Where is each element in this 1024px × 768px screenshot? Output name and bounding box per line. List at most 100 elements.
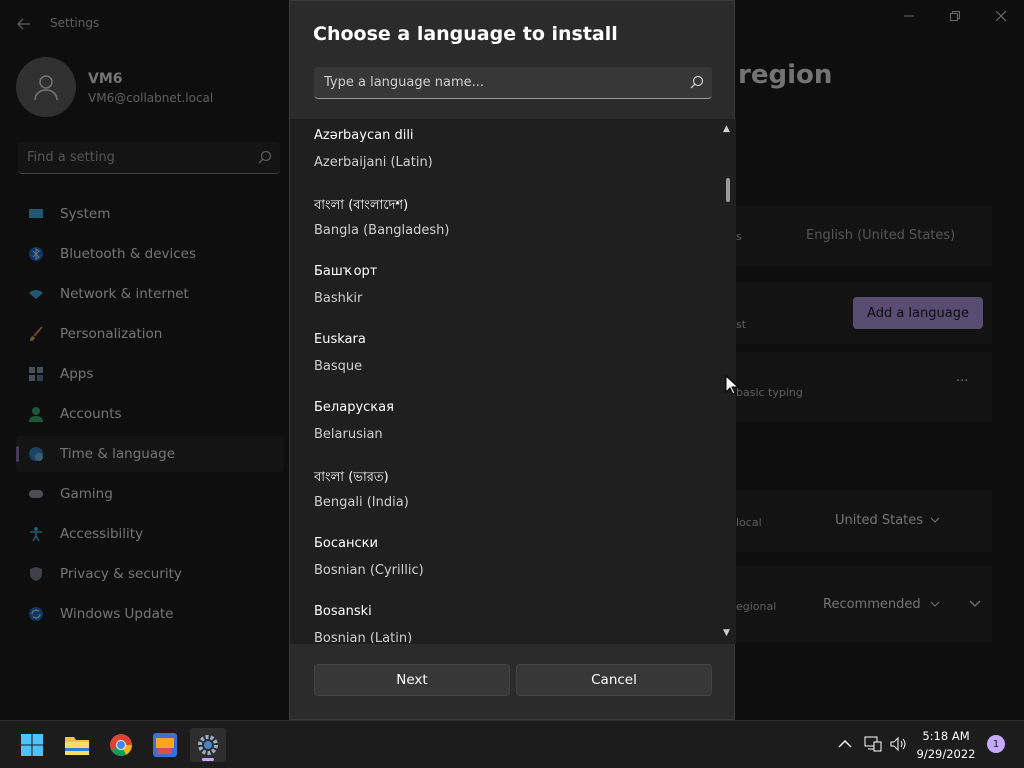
back-arrow-icon	[17, 18, 30, 30]
regional-format-dropdown[interactable]: Recommended	[823, 597, 921, 612]
taskbar: 5:18 AM 9/29/2022 1	[0, 720, 1024, 768]
wifi-icon	[28, 286, 44, 302]
language-english-name: Bashkir	[314, 291, 363, 306]
user-icon	[34, 75, 58, 101]
gamepad-icon	[28, 486, 44, 502]
language-search-box[interactable]	[314, 67, 712, 99]
card-label-fragment: local	[736, 516, 762, 529]
sidebar-item-windows-update[interactable]: Windows Update	[16, 596, 284, 632]
chevron-down-icon	[930, 601, 940, 607]
clock-time[interactable]: 5:18 AM	[910, 729, 982, 743]
sidebar-item-gaming[interactable]: Gaming	[16, 476, 284, 512]
language-native-name: Azərbaycan dili	[314, 128, 414, 143]
file-explorer-icon	[65, 737, 89, 755]
card-label-fragment: basic typing	[736, 386, 803, 399]
country-region-card: local United States	[736, 490, 992, 552]
notification-badge[interactable]: 1	[987, 735, 1005, 753]
system-icon	[28, 206, 44, 222]
country-dropdown[interactable]: United States	[835, 513, 923, 528]
more-options-button[interactable]: ···	[956, 374, 968, 389]
clock-date[interactable]: 9/29/2022	[910, 747, 982, 761]
card-label-fragment: st	[736, 318, 747, 331]
display-language-dropdown[interactable]: English (United States)	[806, 228, 955, 243]
start-button[interactable]	[14, 728, 50, 762]
language-list: Azərbaycan dili Azerbaijani (Latin) বাংল…	[290, 120, 736, 643]
mouse-cursor-icon	[725, 375, 739, 395]
list-item[interactable]: Башҡорт Bashkir	[290, 256, 720, 324]
search-icon	[690, 75, 704, 89]
close-icon	[996, 11, 1006, 21]
language-native-name: Bosanski	[314, 604, 372, 619]
card-label-fragment: s	[736, 230, 742, 243]
restore-button[interactable]	[932, 0, 978, 32]
globe-clock-icon	[28, 446, 44, 462]
cancel-button[interactable]: Cancel	[516, 664, 712, 696]
sidebar-item-label: Personalization	[60, 326, 163, 342]
avatar[interactable]	[16, 57, 76, 117]
restore-icon	[950, 11, 960, 21]
sidebar-item-label: Accessibility	[60, 526, 144, 542]
sidebar-item-label: Privacy & security	[60, 566, 182, 582]
language-native-name: বাংলা (ভারত)	[314, 470, 389, 485]
sidebar-item-system[interactable]: System	[16, 196, 284, 232]
chevron-up-icon[interactable]	[837, 736, 853, 752]
language-native-name: Босански	[314, 536, 378, 551]
list-item[interactable]: বাংলা (বাংলাদেশ) Bangla (Bangladesh)	[290, 188, 720, 256]
regional-format-card: egional Recommended	[736, 566, 992, 642]
list-item[interactable]: Azərbaycan dili Azerbaijani (Latin)	[290, 120, 720, 188]
windows-start-icon	[21, 734, 43, 756]
list-item[interactable]: বাংলা (ভারত) Bengali (India)	[290, 460, 720, 528]
sidebar-item-network[interactable]: Network & internet	[16, 276, 284, 312]
sidebar-item-privacy[interactable]: Privacy & security	[16, 556, 284, 592]
add-language-button[interactable]: Add a language	[853, 297, 983, 329]
find-setting-input[interactable]	[18, 142, 248, 172]
display-language-card: s English (United States)	[736, 206, 992, 266]
sidebar-item-label: Network & internet	[60, 286, 189, 302]
list-item[interactable]: Bosanski Bosnian (Latin)	[290, 596, 720, 643]
next-button[interactable]: Next	[314, 664, 510, 696]
game-app-button[interactable]	[147, 728, 183, 762]
dialog-title: Choose a language to install	[313, 23, 618, 45]
expand-chevron-icon[interactable]	[969, 599, 981, 608]
divider	[290, 643, 736, 644]
minimize-button[interactable]	[886, 0, 932, 32]
language-english-name: Bosnian (Cyrillic)	[314, 563, 424, 578]
sidebar-item-time-language[interactable]: Time & language	[16, 436, 284, 472]
bluetooth-icon	[28, 246, 44, 262]
close-button[interactable]	[978, 0, 1024, 32]
list-item[interactable]: Euskara Basque	[290, 324, 720, 392]
language-native-name: Беларуская	[314, 400, 394, 415]
brush-icon	[28, 326, 44, 342]
sidebar-item-label: Gaming	[60, 486, 113, 502]
volume-icon[interactable]	[889, 735, 907, 753]
chevron-down-icon	[930, 517, 940, 523]
settings-gear-icon	[198, 735, 218, 755]
scroll-down-arrow-icon[interactable]: ▼	[723, 628, 730, 638]
sidebar-item-apps[interactable]: Apps	[16, 356, 284, 392]
sidebar-item-accessibility[interactable]: Accessibility	[16, 516, 284, 552]
sidebar-item-personalization[interactable]: Personalization	[16, 316, 284, 352]
language-english-name: Azerbaijani (Latin)	[314, 155, 433, 170]
chrome-icon	[110, 734, 132, 756]
file-explorer-button[interactable]	[59, 728, 95, 762]
chrome-button[interactable]	[103, 728, 139, 762]
sidebar-search-box[interactable]	[18, 142, 280, 174]
list-item[interactable]: Босански Bosnian (Cyrillic)	[290, 528, 720, 596]
scroll-up-arrow-icon[interactable]: ▲	[723, 124, 730, 134]
profile-name: VM6	[88, 71, 123, 87]
scroll-thumb[interactable]	[726, 178, 730, 202]
accessibility-icon	[28, 526, 44, 542]
language-entry-card: basic typing ···	[736, 352, 992, 422]
back-button[interactable]	[12, 12, 36, 36]
sidebar-item-label: System	[60, 206, 111, 222]
network-icon[interactable]	[864, 735, 882, 753]
sidebar-item-label: Windows Update	[60, 606, 174, 622]
sidebar-item-bluetooth[interactable]: Bluetooth & devices	[16, 236, 284, 272]
sidebar-item-accounts[interactable]: Accounts	[16, 396, 284, 432]
settings-app-button[interactable]	[190, 728, 226, 762]
list-item[interactable]: Беларуская Belarusian	[290, 392, 720, 460]
language-english-name: Basque	[314, 359, 363, 374]
language-search-input[interactable]	[314, 67, 674, 97]
sidebar-item-label: Apps	[60, 366, 94, 382]
page-title: region	[738, 60, 833, 90]
